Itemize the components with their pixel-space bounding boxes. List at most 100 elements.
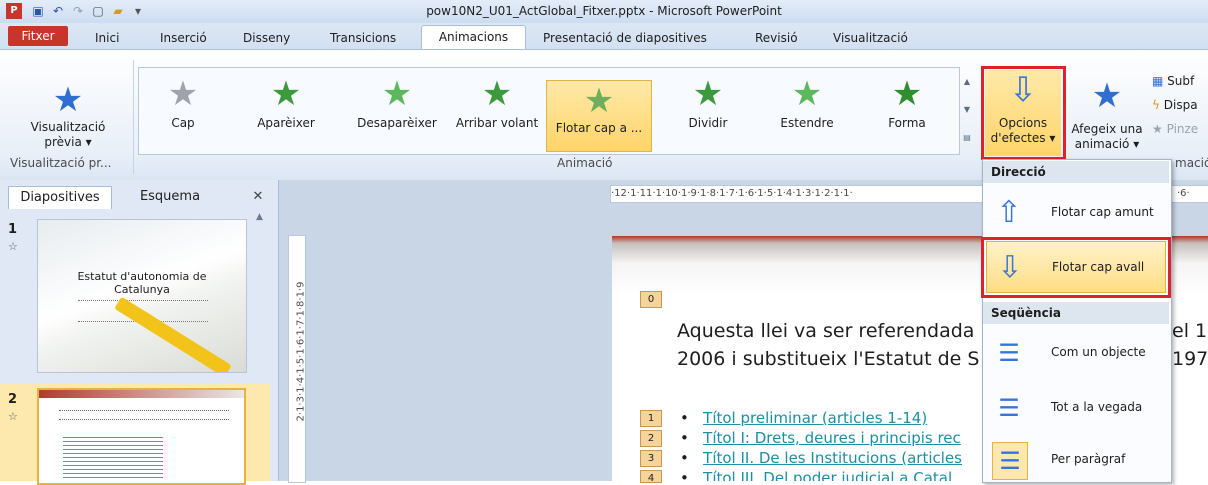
- side-item-painter[interactable]: ★ Pinze: [1152, 122, 1208, 136]
- thumb-title-line: Catalunya: [114, 283, 170, 296]
- slide-body-line-2: 2006 i substitueix l'Estatut de S: [677, 348, 980, 370]
- gallery-item-label: Estendre: [780, 116, 834, 130]
- star-gray-icon: ★: [167, 74, 199, 114]
- gallery-scroll-down[interactable]: ▼: [960, 96, 974, 124]
- slide-number: 1: [8, 222, 18, 237]
- side-item-label: Pinze: [1166, 122, 1199, 136]
- arrow-up-icon: ⇧: [996, 195, 1022, 230]
- preview-star-icon: ★: [52, 80, 84, 120]
- star-fade-icon: ★: [381, 74, 413, 114]
- gallery-scroll-up[interactable]: ▲: [960, 68, 974, 96]
- tab-home[interactable]: Inici: [95, 27, 119, 49]
- tab-insert[interactable]: Inserció: [160, 27, 207, 49]
- list-icon: ☰: [998, 394, 1020, 422]
- gallery-item-float-in[interactable]: ★ Flotar cap a ...: [546, 80, 652, 152]
- highlight-effect-options: [981, 66, 1066, 160]
- gallery-item-split[interactable]: ★ Dividir: [672, 72, 744, 150]
- menu-item-label: Tot a la vegada: [1051, 400, 1143, 414]
- tab-slideshow[interactable]: Presentació de diapositives: [543, 27, 707, 49]
- close-icon[interactable]: ✕: [248, 186, 268, 208]
- slide-thumbnail-2[interactable]: [37, 388, 246, 485]
- tab-outline[interactable]: Esquema: [115, 186, 225, 208]
- gallery-more[interactable]: ▤: [960, 124, 974, 152]
- gallery-item-wipe[interactable]: ★ Estendre: [767, 72, 847, 150]
- gallery-item-label: Aparèixer: [257, 116, 315, 130]
- menu-item-label: Flotar cap amunt: [1051, 205, 1154, 219]
- add-animation-label-2: animació ▾: [1074, 137, 1140, 151]
- ruler-ticks-tail: ·6·: [1177, 188, 1190, 199]
- ribbon-separator: [133, 60, 134, 174]
- thumb-bullet-lines: [63, 434, 163, 478]
- bullet-link[interactable]: Títol preliminar (articles 1-14): [703, 409, 927, 427]
- list-icon: ☰: [992, 442, 1028, 480]
- painter-star-icon: ★: [1152, 122, 1163, 136]
- add-star-icon: ★: [1091, 76, 1123, 116]
- thumb-header-bar: [39, 390, 244, 398]
- preview-label: Visualització: [30, 120, 106, 134]
- star-wipe-icon: ★: [791, 74, 823, 114]
- animation-star-icon: ☆: [8, 410, 18, 423]
- slide-body-line-1-tail: el 18: [1172, 320, 1208, 342]
- ruler-ticks: 2·1·3·1·4·1·5·1·6·1·7·1·8·1·9: [295, 281, 307, 422]
- slide-body-line-1: Aquesta llei va ser referendada: [677, 320, 975, 342]
- gallery-item-label: Arribar volant: [455, 116, 539, 130]
- gallery-item-shape[interactable]: ★ Forma: [872, 72, 942, 150]
- slide-number: 2: [8, 392, 18, 407]
- menu-item-as-one-object[interactable]: ☰ Com un objecte: [986, 327, 1166, 379]
- animation-tag[interactable]: 1: [640, 410, 662, 427]
- preview-button[interactable]: ★ Visualització prèvia ▾: [8, 80, 128, 150]
- gallery-item-label: Forma: [888, 116, 926, 130]
- animation-tag[interactable]: 4: [640, 470, 662, 483]
- animation-tag[interactable]: 3: [640, 450, 662, 467]
- ruler-ticks: ·12·1·11·1·10·1·9·1·8·1·7·1·6·1·5·1·4·1·…: [611, 188, 853, 199]
- star-shape-icon: ★: [891, 74, 923, 114]
- thumb-title: Estatut d'autonomia de Catalunya: [38, 270, 246, 296]
- menu-item-all-at-once[interactable]: ☰ Tot a la vegada: [986, 382, 1166, 434]
- group-label-advanced: mació: [1175, 156, 1208, 170]
- highlight-float-down: [981, 237, 1171, 298]
- preview-label-2: prèvia ▾: [44, 135, 92, 149]
- panel-icon: ▦: [1152, 74, 1164, 88]
- menu-item-label: Com un objecte: [1051, 345, 1146, 359]
- group-label-preview: Visualització pr...: [10, 156, 112, 170]
- add-animation-label: Afegeix una: [1071, 122, 1143, 136]
- tab-review[interactable]: Revisió: [755, 27, 798, 49]
- lightning-icon: ϟ: [1152, 98, 1160, 112]
- animation-tag[interactable]: 0: [640, 291, 662, 308]
- gallery-item-appear[interactable]: ★ Aparèixer: [250, 72, 322, 150]
- vertical-ruler: 2·1·3·1·4·1·5·1·6·1·7·1·8·1·9: [288, 235, 307, 483]
- animation-tag[interactable]: 2: [640, 430, 662, 447]
- gallery-item-fly-in[interactable]: ★ Arribar volant: [451, 72, 543, 150]
- add-animation-button[interactable]: ★ Afegeix una animació ▾: [1066, 76, 1148, 152]
- menu-item-float-up[interactable]: ⇧ Flotar cap amunt: [986, 187, 1166, 239]
- tab-view[interactable]: Visualització: [833, 27, 908, 49]
- window-title: pow10N2_U01_ActGlobal_Fitxer.pptx - Micr…: [426, 4, 782, 18]
- menu-header-sequence: Seqüència: [983, 302, 1169, 324]
- gallery-item-label: Cap: [171, 116, 195, 130]
- bullet-link[interactable]: Títol I: Drets, deures i principis rec: [703, 429, 961, 447]
- gallery-item-fade[interactable]: ★ Desaparèixer: [352, 72, 442, 150]
- star-float-icon: ★: [583, 81, 615, 121]
- tab-slides[interactable]: Diapositives: [8, 186, 112, 209]
- thumb-text-lines: [59, 410, 229, 420]
- title-bar: P ▣ ↶ ↷ ▢ ▰ ▾ pow10N2_U01_ActGlobal_Fitx…: [0, 0, 1208, 24]
- tab-design[interactable]: Disseny: [243, 27, 290, 49]
- menu-header-direction: Direcció: [983, 161, 1169, 183]
- gallery-item-label: Dividir: [688, 116, 728, 130]
- side-item-panel[interactable]: ▦ Subf: [1152, 74, 1208, 88]
- gallery-item-none[interactable]: ★ Cap: [148, 72, 218, 150]
- slide-thumbnail-1[interactable]: Estatut d'autonomia de Catalunya: [37, 219, 247, 373]
- bullet-link[interactable]: Títol III. Del poder judicial a Catal: [703, 469, 952, 481]
- animation-star-icon: ☆: [8, 240, 18, 253]
- slide-bullet: • Títol III. Del poder judicial a Catal: [680, 469, 952, 481]
- menu-item-by-paragraph[interactable]: ☰ Per paràgraf: [986, 434, 1166, 481]
- side-item-trigger[interactable]: ϟ Dispa: [1152, 98, 1208, 112]
- gallery-item-label: Desaparèixer: [357, 116, 437, 130]
- tab-animations[interactable]: Animacions: [421, 25, 526, 49]
- bullet-link[interactable]: Títol II. De les Institucions (articles: [703, 449, 962, 467]
- panel-scroll-up[interactable]: ▲: [256, 212, 268, 222]
- tab-file[interactable]: Fitxer: [8, 26, 68, 46]
- side-item-label: Dispa: [1163, 98, 1198, 112]
- thumb-title-line: Estatut d'autonomia de: [77, 270, 207, 283]
- tab-transitions[interactable]: Transicions: [330, 27, 396, 49]
